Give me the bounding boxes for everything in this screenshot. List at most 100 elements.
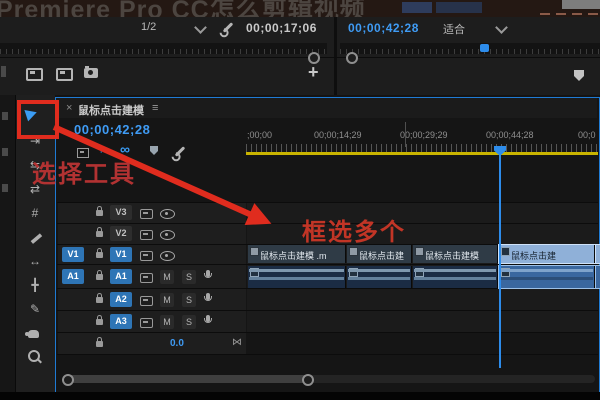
solo-button[interactable]: S [182,270,196,284]
zoom-tool[interactable] [28,350,40,362]
video-clip[interactable]: 鼠标点击建模 [413,245,498,263]
pen-tool[interactable]: ✎ [24,300,46,318]
timeline-tab-label[interactable]: 鼠标点击建模 [78,102,144,118]
audio-clip[interactable] [413,266,498,288]
titlebar-deco [402,2,432,13]
track-name-v1[interactable]: V1 [110,247,132,262]
track-lock-icon[interactable] [96,297,103,303]
track-visibility-eye-icon[interactable] [160,230,175,240]
clipped-left-panel [0,95,16,400]
titlebar-dash [556,13,566,15]
clipped-transport-icon [1,66,6,77]
playhead-line[interactable] [499,150,501,368]
voiceover-mic-icon[interactable] [206,315,210,322]
audio-clip[interactable] [347,266,412,288]
source-patch-a1[interactable]: A1 [62,269,84,284]
sync-lock-icon[interactable] [140,318,153,328]
track-lane-v3[interactable] [247,203,598,223]
rate-stretch-tool[interactable]: # [24,204,46,222]
track-visibility-eye-icon[interactable] [160,251,175,261]
track-lane-a3[interactable] [247,311,598,332]
clipped-icon [2,184,8,192]
panel-menu-icon[interactable]: ≡ [152,102,158,114]
playback-resolution-select[interactable]: 1/2 [141,21,156,33]
timeline-ruler[interactable] [246,144,598,152]
button-editor-add-button[interactable]: + [308,62,319,83]
annotation-highlight-box [17,100,59,139]
source-scrub-bar[interactable] [0,43,327,54]
zoom-handle-left[interactable] [62,374,74,386]
fx-badge [250,247,259,256]
track-lock-icon[interactable] [96,252,103,258]
voiceover-mic-icon[interactable] [206,293,210,300]
video-clip[interactable]: 鼠标点击建 [347,245,412,263]
track-lane-a2[interactable] [247,289,598,310]
zoom-handle-right[interactable] [302,374,314,386]
track-header-master [58,333,246,354]
browser-tab-fragment[interactable] [562,0,600,9]
fx-badge [501,247,510,256]
track-lock-icon[interactable] [96,210,103,216]
mute-button[interactable]: M [160,270,174,284]
audio-clip[interactable] [248,266,346,288]
sync-lock-icon[interactable] [140,209,153,219]
audio-clip-selected[interactable] [499,266,595,288]
divider [57,202,598,203]
close-icon[interactable]: × [66,102,72,114]
track-name-a2[interactable]: A2 [110,292,132,307]
track-lock-icon[interactable] [96,341,103,347]
program-playhead-marker[interactable] [480,44,489,52]
bottom-strip [0,392,600,400]
fx-badge [415,247,424,256]
clip-label: 鼠标点击建 [511,249,556,262]
track-name-a3[interactable]: A3 [110,314,132,329]
voiceover-mic-icon[interactable] [206,270,210,277]
timeline-timecode[interactable]: 00;00;42;28 [74,122,150,137]
solo-button[interactable]: S [182,315,196,329]
track-lock-icon[interactable] [96,274,103,280]
solo-button[interactable]: S [182,293,196,307]
work-area-bar[interactable] [246,152,598,155]
track-name-v3[interactable]: V3 [110,205,132,220]
extract-button[interactable] [56,68,73,81]
titlebar-dash [572,13,582,15]
export-frame-button[interactable] [84,68,98,78]
slide-tool[interactable]: ╋ [24,276,46,294]
video-clip-selected[interactable]: 鼠标点击建 [499,245,595,263]
sync-lock-icon[interactable] [140,273,153,283]
track-visibility-eye-icon[interactable] [160,209,175,219]
lift-button[interactable] [26,68,43,81]
slip-tool[interactable]: ↔ [24,252,46,270]
track-lock-icon[interactable] [96,319,103,325]
sync-lock-icon[interactable] [140,296,153,306]
scrollbar-knob[interactable] [346,52,358,64]
track-lock-icon[interactable] [96,231,103,237]
source-patch-v1[interactable]: V1 [62,247,84,262]
program-scrub-bar[interactable] [340,43,600,54]
master-level-value[interactable]: 0.0 [170,338,184,349]
divider [57,264,598,265]
hand-tool[interactable] [28,330,39,338]
timeline-hscroll-bar[interactable] [67,375,309,383]
audio-clip-selected[interactable] [596,266,600,288]
video-clip[interactable]: 鼠标点击建模 .m [248,245,346,263]
mute-button[interactable]: M [160,293,174,307]
video-clip-selected[interactable] [596,245,600,263]
sync-lock-icon[interactable] [140,251,153,261]
clipped-icon [2,148,8,156]
ruler-tick-label: 00;00;14;29 [314,130,362,140]
ruler-tick-label: 00;0 [578,130,596,140]
sync-lock-icon[interactable] [140,230,153,240]
program-timecode[interactable]: 00;00;42;28 [348,21,419,35]
clip-label: 鼠标点击建模 [425,249,479,262]
panel-divider[interactable] [334,17,337,95]
track-lane-v2[interactable] [247,224,598,244]
mute-button[interactable]: M [160,315,174,329]
annotation-action-label: 框选多个 [302,212,406,247]
track-name-v2[interactable]: V2 [110,226,132,241]
keyframe-nav-icon[interactable]: ⋈ [232,337,242,348]
fit-zoom-select[interactable]: 适合 [443,21,465,37]
track-name-a1[interactable]: A1 [110,269,132,284]
annotation-tool-label: 选择工具 [32,154,136,189]
premiere-pro-window: Premiere Pro CC怎么剪辑视频 1/2 00;00;17;06 00… [0,0,600,400]
